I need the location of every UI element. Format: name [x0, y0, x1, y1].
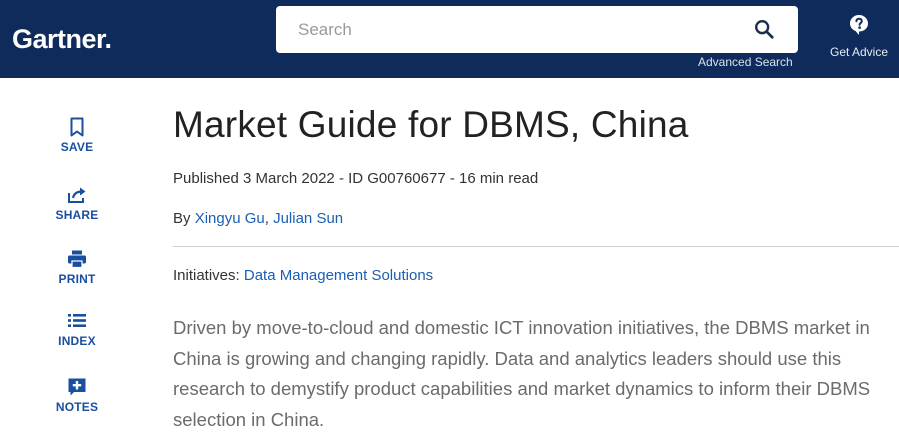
save-button[interactable]: SAVE [47, 116, 107, 154]
get-advice-button[interactable]: Get Advice [824, 14, 894, 59]
top-navigation-bar: Gartner. Advanced Search Get Advice [0, 0, 899, 78]
save-label: SAVE [60, 140, 94, 154]
search-icon[interactable] [753, 18, 775, 40]
add-note-icon [68, 378, 86, 396]
question-bubble-icon [850, 15, 868, 35]
byline-prefix: By [173, 210, 195, 227]
search-box [276, 6, 798, 53]
share-button[interactable]: SHARE [47, 184, 107, 222]
list-icon [68, 314, 86, 327]
share-icon [68, 187, 86, 203]
initiatives-label: Initiatives: [173, 267, 244, 284]
get-advice-label: Get Advice [829, 45, 889, 59]
publication-meta: Published 3 March 2022 - ID G00760677 - … [173, 170, 539, 187]
index-label: INDEX [58, 334, 96, 348]
notes-label: NOTES [55, 400, 99, 414]
print-label: PRINT [58, 272, 96, 286]
gartner-logo[interactable]: Gartner. [12, 24, 112, 55]
index-button[interactable]: INDEX [47, 310, 107, 348]
divider [173, 246, 899, 247]
print-button[interactable]: PRINT [47, 248, 107, 286]
advanced-search-link[interactable]: Advanced Search [698, 55, 793, 69]
article-summary: Driven by move-to-cloud and domestic ICT… [173, 317, 871, 430]
author-separator: , [264, 210, 274, 227]
author-link-1[interactable]: Xingyu Gu [195, 210, 265, 227]
initiatives: Initiatives: Data Management Solutions [173, 267, 433, 284]
print-icon [68, 250, 86, 269]
share-label: SHARE [55, 208, 99, 222]
bookmark-icon [70, 117, 84, 137]
notes-button[interactable]: NOTES [47, 376, 107, 414]
author-link-2[interactable]: Julian Sun [273, 210, 343, 227]
initiative-link[interactable]: Data Management Solutions [244, 267, 433, 284]
byline: By Xingyu Gu, Julian Sun [173, 210, 343, 227]
page-title: Market Guide for DBMS, China [173, 104, 689, 145]
search-input[interactable] [298, 16, 738, 43]
